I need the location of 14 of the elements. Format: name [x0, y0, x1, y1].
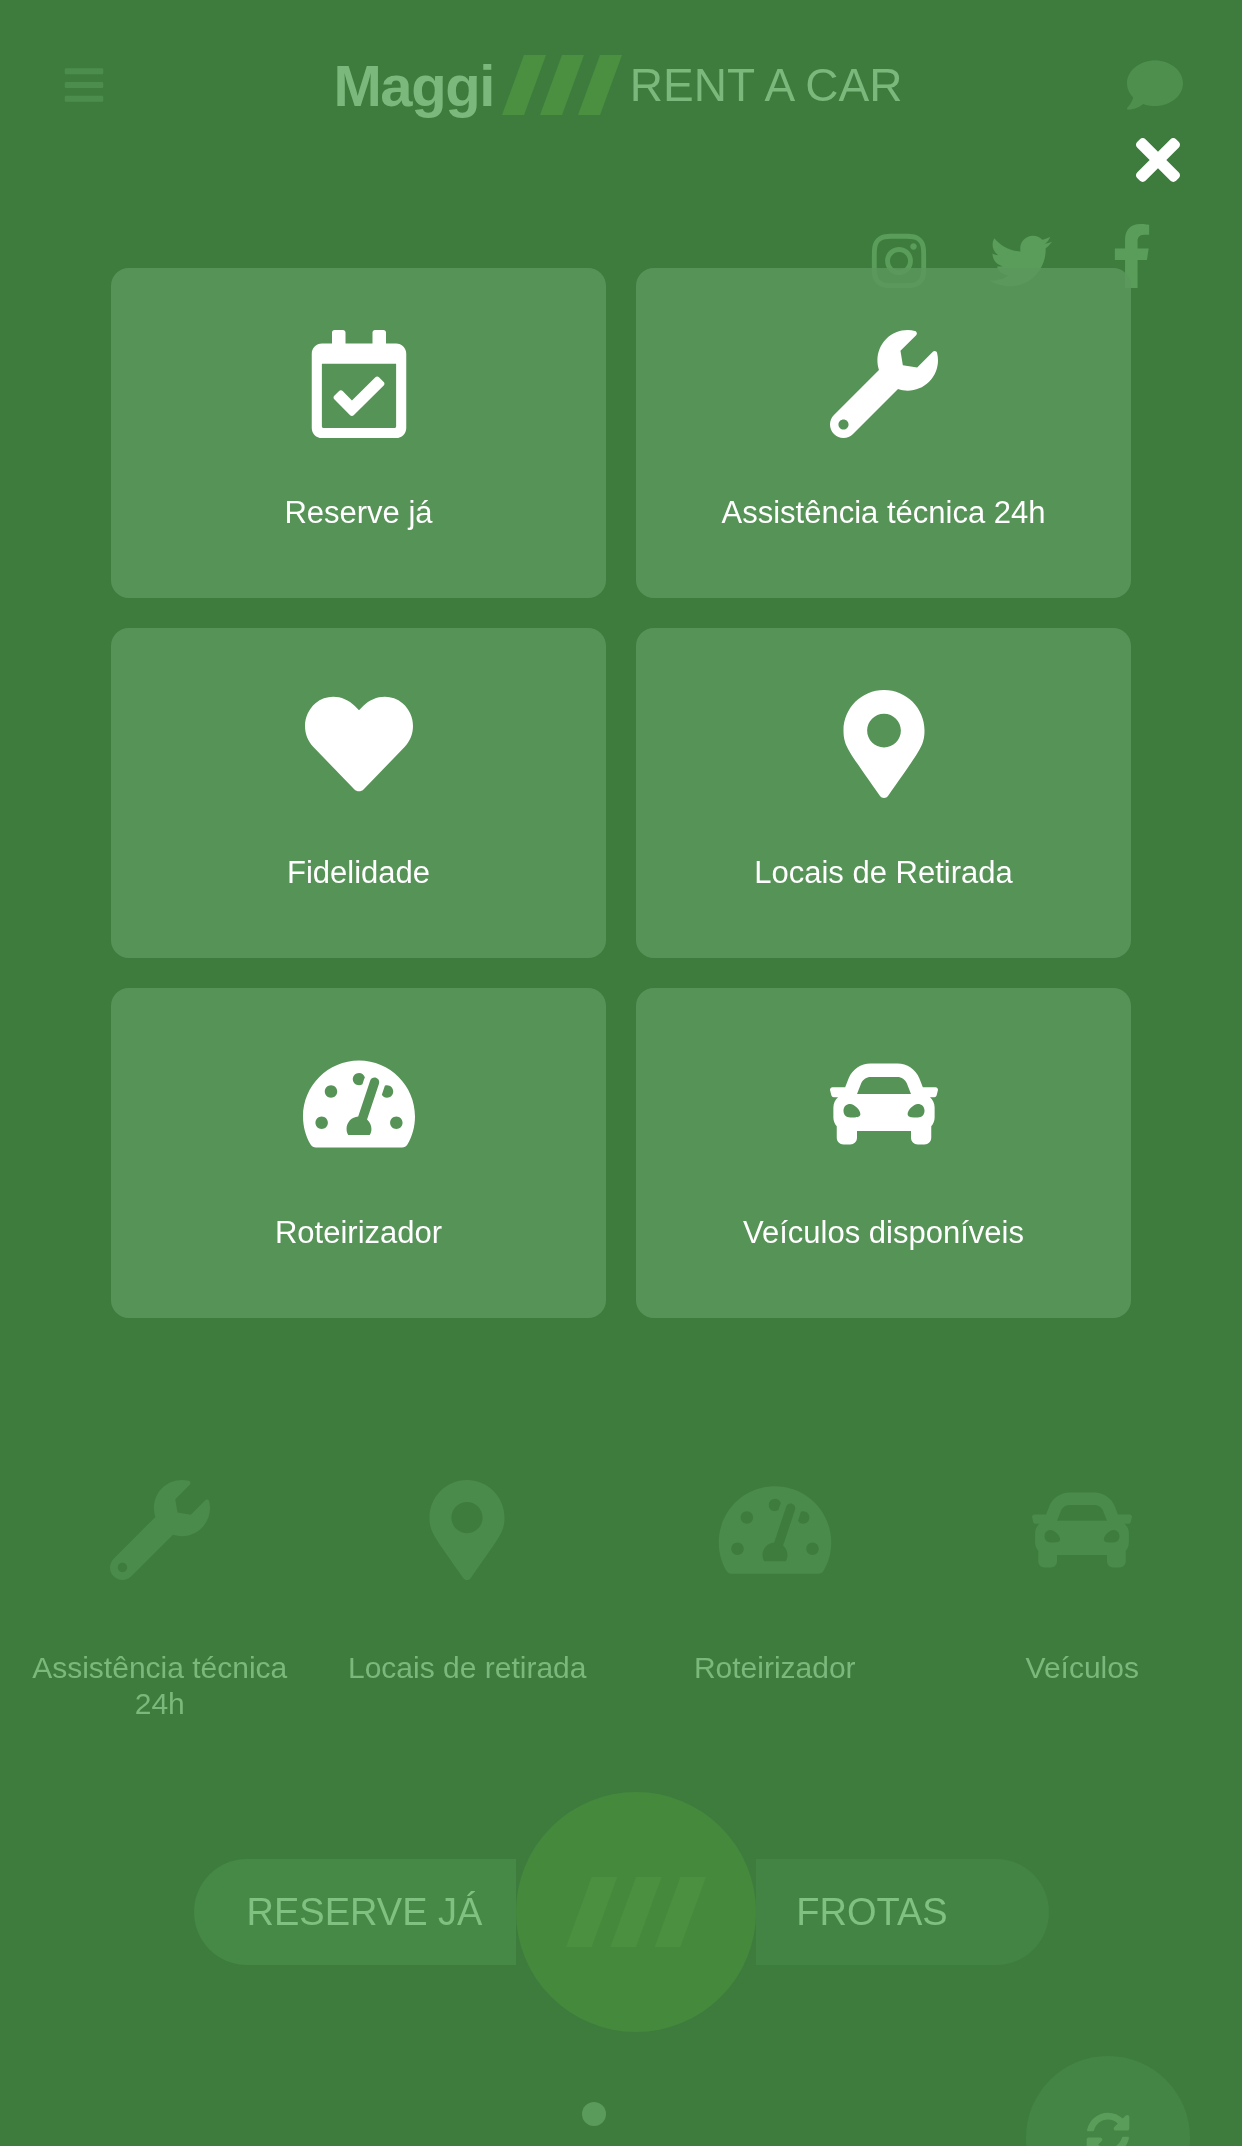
logo-name: Maggi: [333, 51, 494, 120]
menu-card[interactable]: Assistência técnica 24h: [636, 268, 1131, 598]
feature-label[interactable]: Locais de retirada: [344, 1650, 591, 1686]
menu-card[interactable]: Reserve já: [111, 268, 606, 598]
feature-label[interactable]: Roteirizador: [689, 1650, 860, 1686]
feature-label[interactable]: Veículos: [1021, 1650, 1143, 1686]
feature-label[interactable]: Assistência técnica 24h: [6, 1650, 314, 1722]
menu-card[interactable]: Locais de Retirada: [636, 628, 1131, 958]
logo-tagline: RENT A CAR: [629, 57, 903, 113]
menu-card[interactable]: Fidelidade: [111, 628, 606, 958]
menu-card[interactable]: Veículos disponíveis: [636, 988, 1131, 1318]
menu-card[interactable]: Roteirizador: [111, 988, 606, 1318]
reserve-button[interactable]: RESERVE JÁ: [193, 1859, 516, 1965]
fleet-button[interactable]: FROTAS: [755, 1859, 1049, 1965]
